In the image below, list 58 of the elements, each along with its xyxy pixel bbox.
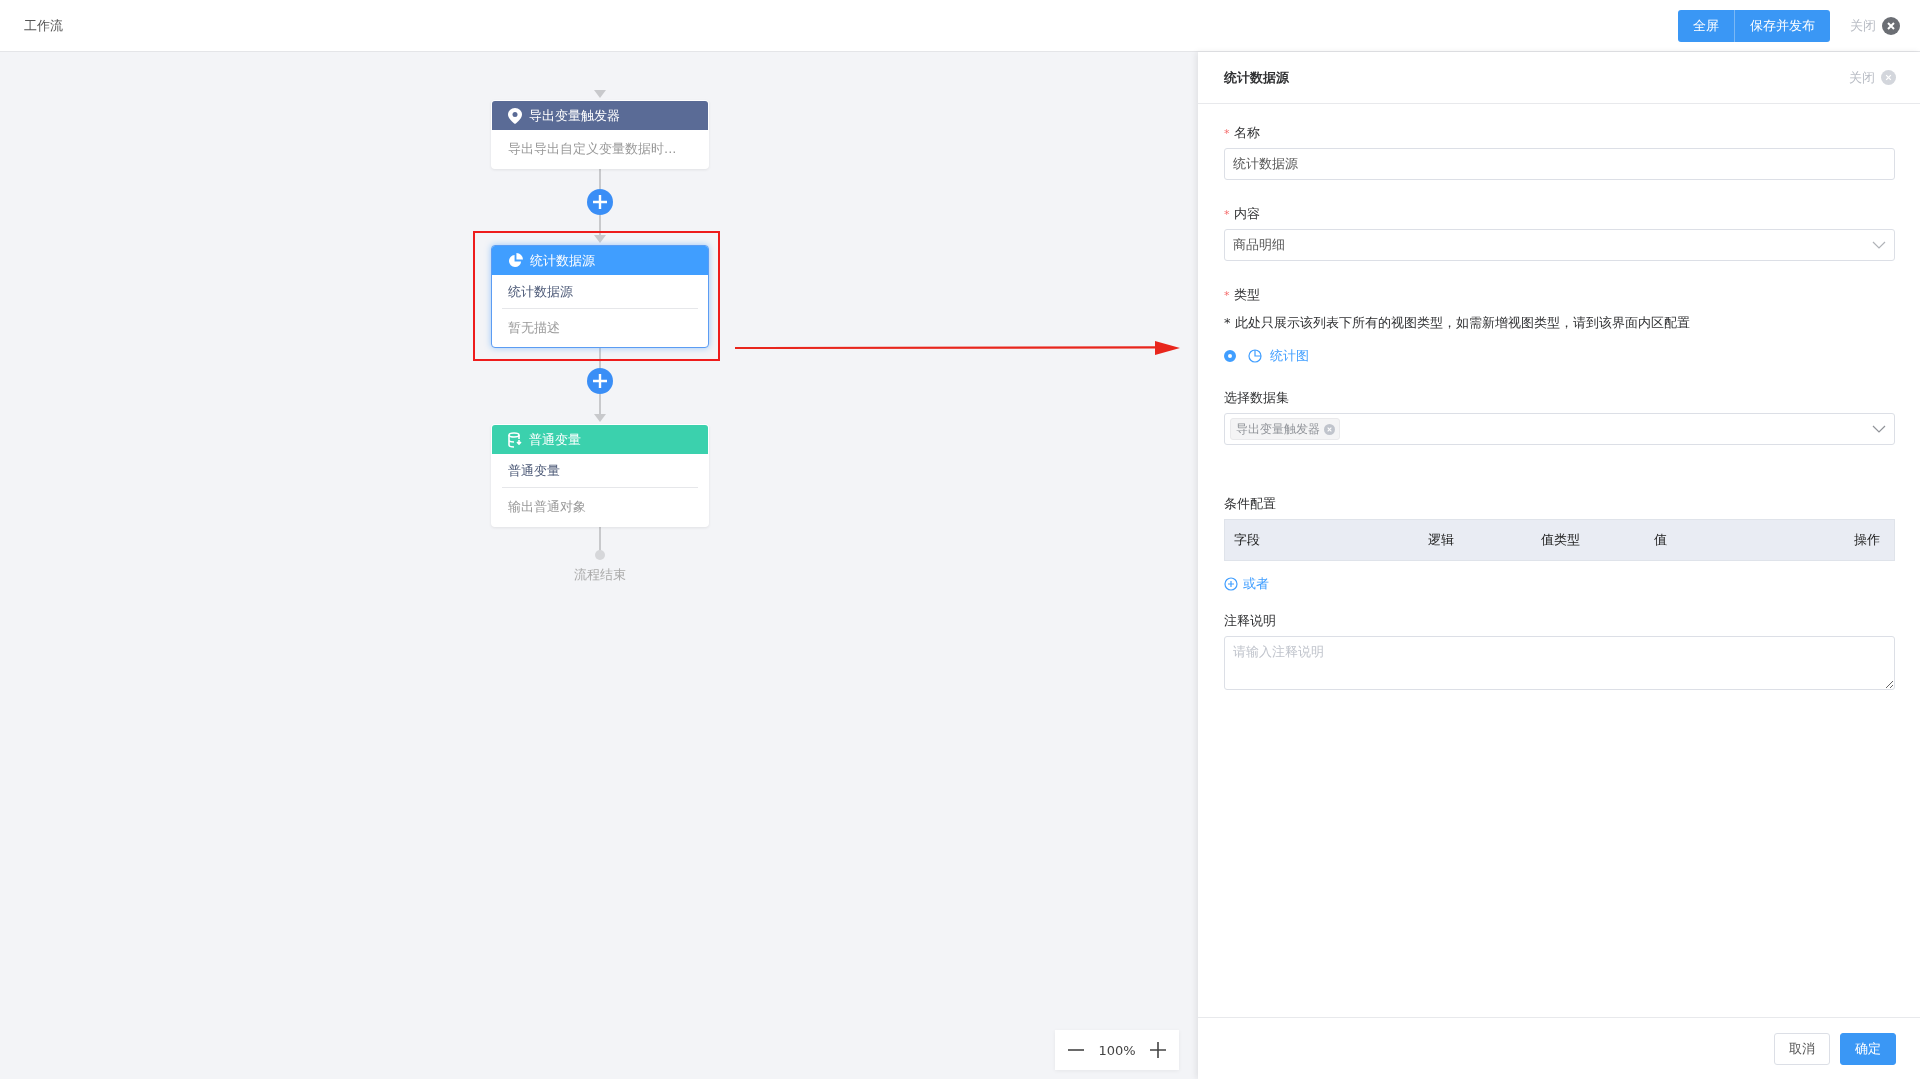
confirm-button[interactable]: 确定 <box>1840 1032 1896 1065</box>
option-label[interactable]: 统计图 <box>1270 347 1309 365</box>
node-description: 导出导出自定义变量数据时... <box>507 140 678 158</box>
database-icon <box>508 431 522 448</box>
zoom-level: 100% <box>1098 1042 1136 1058</box>
node-name: 普通变量 <box>502 454 698 488</box>
panel-title: 统计数据源 <box>1224 68 1289 87</box>
field-label: 条件配置 <box>1224 495 1276 513</box>
field-label: 内容 <box>1233 205 1260 223</box>
flow-node[interactable]: 统计数据源 统计数据源 暂无描述 <box>491 245 709 348</box>
add-or-link[interactable]: 或者 <box>1224 575 1269 593</box>
column-header: 值 <box>1654 531 1667 549</box>
node-name: 统计数据源 <box>502 275 698 309</box>
column-header: 字段 <box>1234 531 1260 549</box>
field-label: 名称 <box>1233 124 1260 142</box>
node-title: 普通变量 <box>529 430 581 449</box>
type-note: * 此处只展示该列表下所有的视图类型，如需新增视图类型，请到该界面内区配置 <box>1224 314 1691 332</box>
column-header: 值类型 <box>1541 531 1580 549</box>
column-header: 操作 <box>1854 531 1880 549</box>
flow-node[interactable]: 导出变量触发器 导出导出自定义变量数据时... <box>491 100 709 169</box>
close-icon[interactable] <box>1882 16 1900 35</box>
node-title: 统计数据源 <box>530 251 595 270</box>
close-link[interactable]: 关闭 <box>1850 16 1876 35</box>
field-label: 选择数据集 <box>1224 389 1289 407</box>
field-label: 注释说明 <box>1224 612 1276 630</box>
chevron-down-icon <box>1872 425 1886 433</box>
add-node-button[interactable] <box>587 189 613 215</box>
app-title: 工作流 <box>24 16 63 35</box>
chevron-down-icon <box>1872 241 1886 249</box>
field-label: 类型 <box>1233 286 1260 304</box>
node-title: 导出变量触发器 <box>529 106 620 125</box>
column-header: 逻辑 <box>1428 531 1454 549</box>
dataset-tag: 导出变量触发器 <box>1230 418 1340 440</box>
name-input[interactable]: 统计数据源 <box>1224 148 1895 180</box>
remark-textarea[interactable]: 请输入注释说明 <box>1224 636 1895 690</box>
flow-node[interactable]: 普通变量 普通变量 输出普通对象 <box>491 424 709 527</box>
location-pin-icon <box>508 107 522 124</box>
arrow-head-icon <box>594 90 606 98</box>
fullscreen-button[interactable]: 全屏 <box>1678 9 1735 42</box>
pie-chart-icon <box>508 253 523 268</box>
cancel-button[interactable]: 取消 <box>1774 1032 1830 1065</box>
required-mark: * <box>1224 288 1230 302</box>
pie-chart-icon <box>1248 349 1262 363</box>
radio-button[interactable] <box>1224 350 1236 362</box>
add-node-button[interactable] <box>587 368 613 394</box>
end-label: 流程结束 <box>574 566 626 584</box>
publish-button[interactable]: 保存并发布 <box>1735 9 1830 42</box>
required-mark: * <box>1224 207 1230 221</box>
required-mark: * <box>1224 126 1230 140</box>
node-description: 暂无描述 <box>507 319 561 337</box>
add-circle-icon <box>1224 577 1238 591</box>
end-dot <box>595 550 605 560</box>
content-select[interactable]: 商品明细 <box>1224 229 1895 261</box>
dataset-select[interactable]: 导出变量触发器 <box>1224 413 1895 445</box>
zoom-in-button[interactable] <box>1148 1041 1167 1059</box>
close-link[interactable]: 关闭 <box>1849 68 1875 87</box>
node-description: 输出普通对象 <box>507 498 587 516</box>
remove-tag-icon[interactable] <box>1324 423 1335 435</box>
